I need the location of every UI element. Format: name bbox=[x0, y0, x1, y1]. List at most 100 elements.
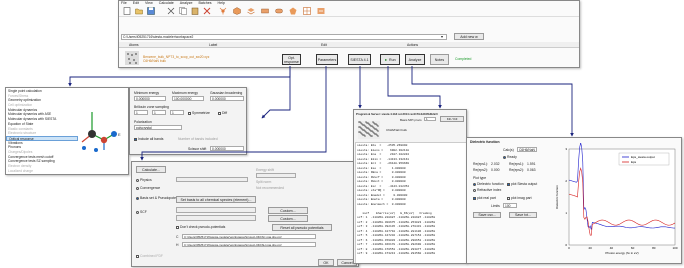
scissor-label: Scissor shift bbox=[188, 147, 207, 151]
imag-part-checkbox[interactable]: plot imag part bbox=[507, 196, 532, 200]
cube-icon[interactable] bbox=[233, 7, 241, 15]
val3-value: 0.000 bbox=[491, 168, 500, 172]
structure-preview bbox=[358, 121, 380, 139]
gauss-label: Gaussian broadening bbox=[210, 91, 243, 95]
siesta-output-checkbox[interactable]: plot Siesta output bbox=[507, 182, 537, 186]
convergence-radio[interactable]: Convergence bbox=[136, 186, 160, 190]
open-folder-icon[interactable] bbox=[135, 7, 143, 15]
symmetrize-label: Symmetrize bbox=[192, 111, 210, 115]
save-csv-button[interactable]: Save csv... bbox=[473, 212, 501, 218]
custom-2-button[interactable]: Custom... bbox=[268, 215, 308, 222]
calc-select[interactable]: C6H6/NaN bbox=[517, 147, 537, 152]
mpi-input[interactable]: 1 bbox=[424, 117, 436, 121]
run-button[interactable]: ► Run bbox=[380, 54, 400, 65]
convergence-label: Convergence bbox=[140, 186, 161, 190]
polarization-select[interactable]: polycrystal bbox=[134, 125, 182, 130]
scissor-input[interactable]: 0.000000 bbox=[210, 146, 244, 151]
pseudo-check-checkbox[interactable]: Don't check pseudo-potentials bbox=[176, 225, 225, 229]
diff-checkbox[interactable]: Diff bbox=[218, 111, 227, 115]
pseudo-c-path-input[interactable]: C:\Users\I05251716\siesta-modeler\worksp… bbox=[182, 234, 316, 239]
polygon-icon[interactable] bbox=[289, 7, 297, 15]
reset-pseudo-button[interactable]: Reset all pseudo potentials bbox=[272, 224, 332, 231]
species-list[interactable] bbox=[176, 207, 256, 213]
chevron-down-icon[interactable]: ▾ bbox=[441, 34, 443, 39]
limits-input[interactable]: 100 bbox=[503, 203, 517, 208]
progress-subtitle: C6H6/NaN bulk bbox=[386, 128, 407, 132]
legend-label: Eps bbox=[631, 160, 637, 164]
header-actions: Actions bbox=[407, 43, 419, 47]
notes-button[interactable]: Notes bbox=[430, 54, 449, 65]
set-basis-button[interactable]: Set basis to all chemical species (eleme… bbox=[176, 196, 256, 203]
nanotube-icon[interactable] bbox=[275, 7, 283, 15]
ok-button[interactable]: OK bbox=[318, 259, 334, 266]
add-new-workspace-button[interactable]: Add new w bbox=[454, 33, 484, 40]
cut-icon[interactable] bbox=[167, 7, 175, 15]
layers-icon[interactable] bbox=[247, 7, 255, 15]
molecule-icon[interactable] bbox=[219, 7, 227, 15]
imag-part-label: plot imag part bbox=[511, 196, 532, 200]
physics-label: Physics bbox=[140, 178, 152, 182]
physics-radio[interactable]: Physics bbox=[136, 178, 152, 182]
x-tick-label: 80 bbox=[652, 246, 656, 250]
row-label-line2: C6H6/NaN bulk bbox=[143, 59, 166, 63]
opt-response-button[interactable]: Opt. response bbox=[282, 54, 301, 65]
analyze-button[interactable]: Analyze bbox=[405, 54, 425, 65]
mpi-label: Basis MPI procs bbox=[400, 118, 422, 122]
include-bands-checkbox[interactable]: Include all bands bbox=[134, 137, 163, 141]
min-energy-input[interactable]: 0.000000 bbox=[134, 96, 166, 101]
copy-icon[interactable] bbox=[179, 7, 187, 15]
new-file-icon[interactable] bbox=[123, 7, 131, 15]
include-bands-label: Include all bands bbox=[138, 137, 164, 141]
refractive-radio[interactable]: Refractive index bbox=[473, 188, 501, 192]
table-row[interactable]: Benzene_bulk_NPT3_to_scop_out_sw20.xyz C… bbox=[119, 49, 579, 67]
kill-button[interactable]: Kill / Kill bbox=[440, 116, 464, 122]
custom-1-button[interactable]: Custom... bbox=[268, 207, 308, 214]
layout-icon[interactable] bbox=[303, 7, 311, 15]
calc-label: Calc(s) bbox=[503, 148, 514, 152]
x-tick-label: 60 bbox=[631, 246, 635, 250]
val1-label: Re(eps1): bbox=[473, 162, 488, 166]
basis-dropdown[interactable] bbox=[176, 177, 248, 182]
not-recommended-label: Not recommended bbox=[256, 186, 284, 190]
dielectric-radio-label: Dielectric function bbox=[477, 182, 504, 186]
legend-label: Eps_siesta output bbox=[631, 155, 655, 159]
energy-shift-label: Energy shift bbox=[256, 168, 274, 172]
siesta-button[interactable]: SIESTA 4.1 bbox=[348, 54, 371, 65]
val1-value: 2.032 bbox=[491, 162, 500, 166]
slab-icon[interactable] bbox=[261, 7, 269, 15]
workspace-path-field[interactable]: C:\Users\I05251716\siesta-modeler\worksp… bbox=[121, 34, 447, 40]
split-norm-label: Split norm bbox=[256, 180, 272, 184]
save-icon[interactable] bbox=[147, 7, 155, 15]
x-tick-label: 40 bbox=[610, 246, 614, 250]
ready-radio[interactable]: Ready bbox=[503, 155, 517, 159]
scf-radio[interactable]: SCF bbox=[136, 210, 147, 214]
kpoint-2-input[interactable]: 1 bbox=[152, 110, 166, 115]
energy-shift-input[interactable] bbox=[256, 173, 296, 178]
export-icon[interactable] bbox=[317, 7, 325, 15]
dielectric-radio[interactable]: Dielectric function bbox=[473, 182, 504, 186]
parameters-button[interactable]: Parameters bbox=[316, 54, 338, 65]
val4-value: 0.063 bbox=[527, 168, 536, 172]
siesta-output-label: plot Siesta output bbox=[511, 182, 538, 186]
species-list-2[interactable] bbox=[176, 215, 256, 221]
y-tick-label: 0 bbox=[565, 243, 567, 247]
calculate-button[interactable]: Calculate... bbox=[136, 166, 166, 173]
delete-icon[interactable] bbox=[203, 7, 211, 15]
save-txt-button[interactable]: Save txt... bbox=[509, 212, 537, 218]
calc-type-item[interactable]: Localized charge bbox=[6, 169, 78, 174]
symmetrize-checkbox[interactable]: Symmetrize bbox=[188, 111, 210, 115]
pseudo-h-path-input[interactable]: C:\Users\I05251716\siesta-modeler\worksp… bbox=[182, 242, 316, 247]
min-energy-label: Minimum energy bbox=[134, 91, 160, 95]
gauss-input[interactable]: 0.000000 bbox=[210, 96, 244, 101]
dielectric-analysis-window: Dielectric function Calc(s) C6H6/NaN Rea… bbox=[466, 137, 682, 264]
optical-response-dialog: Minimum energy 0.000000 Maximum energy 1… bbox=[129, 87, 247, 155]
combined-fdf-checkbox[interactable]: Combined FDF bbox=[136, 254, 163, 258]
max-energy-input[interactable]: 100.000000 bbox=[172, 96, 204, 101]
paste-icon[interactable] bbox=[191, 7, 199, 15]
x-tick-label: 20 bbox=[589, 246, 593, 250]
ready-label: Ready bbox=[507, 155, 517, 159]
kpoint-3-input[interactable]: 1 bbox=[170, 110, 184, 115]
bands-label: Number of bands included bbox=[178, 137, 218, 141]
real-part-checkbox[interactable]: plot real part bbox=[473, 196, 496, 200]
kpoint-1-input[interactable]: 1 bbox=[134, 110, 148, 115]
